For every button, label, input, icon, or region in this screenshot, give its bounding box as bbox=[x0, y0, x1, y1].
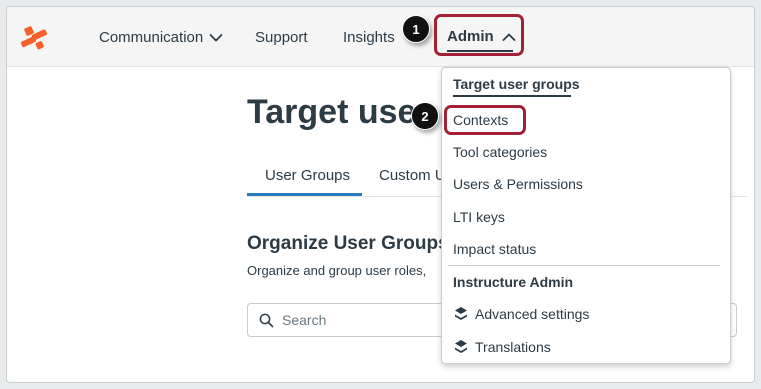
tab-user-groups[interactable]: User Groups bbox=[265, 167, 350, 184]
step-callout-1: 1 bbox=[402, 15, 430, 43]
menu-item-label: Translations bbox=[475, 339, 551, 355]
menu-item-label: Impact status bbox=[453, 241, 537, 257]
nav-insights-label: Insights bbox=[343, 29, 395, 46]
top-navigation-bar: Communication Support Insights Admin bbox=[7, 7, 754, 67]
menu-active-underline bbox=[453, 95, 571, 97]
page-title: Target user bbox=[247, 93, 430, 131]
menu-item-lti-keys[interactable]: LTI keys bbox=[453, 209, 505, 225]
nav-insights[interactable]: Insights bbox=[343, 29, 395, 46]
tab-custom[interactable]: Custom U bbox=[379, 167, 446, 184]
menu-item-impact-status[interactable]: Impact status bbox=[453, 241, 536, 257]
menu-divider bbox=[448, 265, 720, 266]
menu-item-label: Advanced settings bbox=[475, 306, 590, 322]
menu-item-label: Tool categories bbox=[453, 144, 548, 160]
menu-item-tool-categories[interactable]: Tool categories bbox=[453, 144, 547, 160]
section-title: Organize User Groups bbox=[247, 233, 449, 254]
chevron-up-icon bbox=[502, 33, 516, 41]
step-callout-2: 2 bbox=[411, 102, 439, 130]
contexts-highlight-box bbox=[444, 105, 526, 135]
section-description: Organize and group user roles, bbox=[247, 263, 427, 278]
nav-communication[interactable]: Communication bbox=[99, 29, 223, 46]
app-window: Communication Support Insights Admin Tar… bbox=[6, 6, 755, 383]
chevron-down-icon bbox=[209, 33, 223, 41]
layers-icon bbox=[455, 340, 467, 353]
layers-icon bbox=[455, 307, 467, 320]
menu-item-label: Target user groups bbox=[453, 76, 580, 92]
nav-admin[interactable]: Admin bbox=[447, 28, 516, 45]
menu-item-translations[interactable]: Translations bbox=[453, 339, 551, 355]
menu-item-target-user-groups[interactable]: Target user groups bbox=[453, 76, 580, 92]
nav-admin-active-underline bbox=[447, 50, 513, 52]
instructure-logo-icon[interactable] bbox=[19, 24, 49, 52]
menu-item-users-permissions[interactable]: Users & Permissions bbox=[453, 176, 583, 192]
menu-item-advanced-settings[interactable]: Advanced settings bbox=[453, 306, 589, 322]
nav-support-label: Support bbox=[255, 29, 308, 46]
nav-admin-label: Admin bbox=[447, 28, 494, 45]
search-icon bbox=[259, 313, 274, 333]
nav-communication-label: Communication bbox=[99, 29, 204, 46]
menu-heading-instructure-admin: Instructure Admin bbox=[453, 274, 574, 290]
menu-item-label: LTI keys bbox=[453, 209, 505, 225]
menu-item-label: Users & Permissions bbox=[453, 176, 583, 192]
nav-support[interactable]: Support bbox=[255, 29, 308, 46]
